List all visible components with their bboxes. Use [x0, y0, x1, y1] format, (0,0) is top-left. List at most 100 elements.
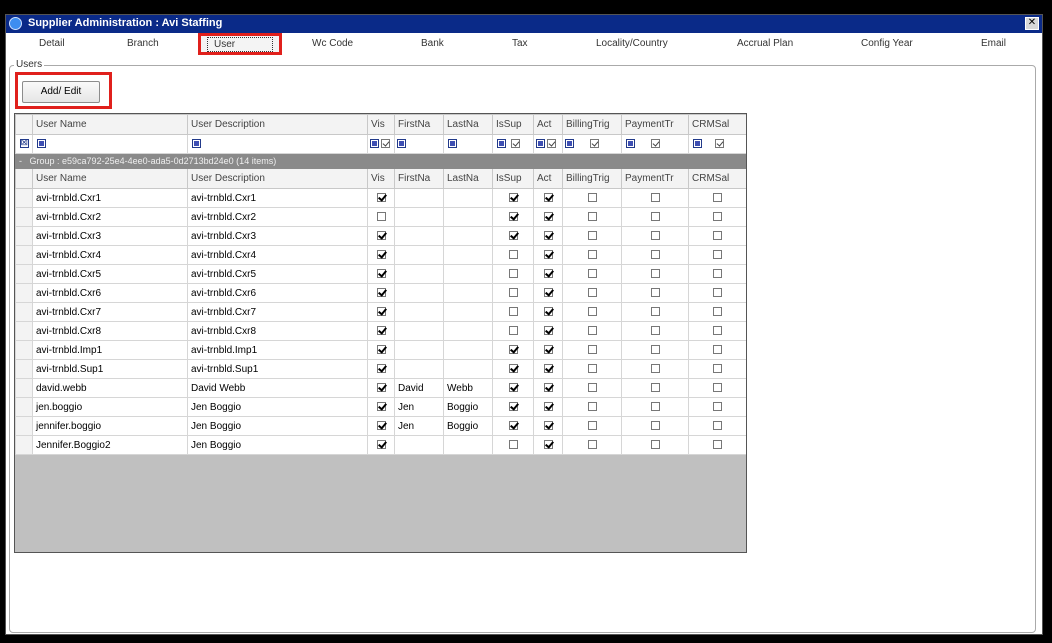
payment-tr-checkbox[interactable] [650, 440, 660, 450]
is-sup-checkbox-cell[interactable] [492, 416, 534, 436]
crm-sal-checkbox-cell[interactable] [688, 378, 746, 398]
crm-sal-checkbox-cell[interactable] [688, 397, 746, 417]
table-row[interactable]: avi-trnbld.Cxr3 avi-trnbld.Cxr3 [15, 226, 746, 246]
crm-sal-checkbox[interactable] [713, 307, 722, 317]
is-sup-checkbox[interactable] [508, 288, 518, 298]
vis-checkbox[interactable] [376, 250, 386, 260]
row-selector[interactable] [15, 207, 33, 227]
crm-sal-checkbox-cell[interactable] [688, 302, 746, 322]
filter-last-name[interactable] [443, 134, 493, 154]
billing-trig-checkbox[interactable] [587, 231, 597, 241]
col-last-name[interactable]: LastNa [443, 114, 493, 135]
act-checkbox-cell[interactable] [533, 435, 563, 455]
act-checkbox[interactable] [543, 402, 553, 412]
col-payment-tr[interactable]: PaymentTr [621, 168, 689, 189]
vis-checkbox-cell[interactable] [367, 188, 395, 208]
vis-checkbox[interactable] [376, 345, 386, 355]
crm-sal-checkbox[interactable] [713, 421, 722, 431]
col-user-name[interactable]: User Name [32, 168, 188, 189]
row-selector[interactable] [15, 302, 33, 322]
billing-trig-checkbox[interactable] [587, 440, 597, 450]
billing-trig-checkbox[interactable] [587, 383, 597, 393]
vis-checkbox-cell[interactable] [367, 226, 395, 246]
is-sup-checkbox-cell[interactable] [492, 321, 534, 341]
filter-payment-tr[interactable] [621, 134, 689, 154]
billing-trig-checkbox-cell[interactable] [562, 378, 622, 398]
act-checkbox-cell[interactable] [533, 226, 563, 246]
is-sup-checkbox[interactable] [508, 250, 518, 260]
user-name-cell[interactable]: david.webb [32, 378, 188, 398]
payment-tr-checkbox-cell[interactable] [621, 378, 689, 398]
billing-trig-checkbox[interactable] [587, 250, 597, 260]
billing-trig-checkbox-cell[interactable] [562, 283, 622, 303]
billing-trig-checkbox-cell[interactable] [562, 245, 622, 265]
crm-sal-checkbox-cell[interactable] [688, 321, 746, 341]
vis-checkbox-cell[interactable] [367, 321, 395, 341]
group-row[interactable]: - Group : e59ca792-25e4-4ee0-ada5-0d2713… [15, 153, 746, 169]
last-name-cell[interactable] [443, 226, 493, 246]
billing-trig-checkbox-cell[interactable] [562, 264, 622, 284]
col-act[interactable]: Act [533, 114, 563, 135]
vis-checkbox-cell[interactable] [367, 416, 395, 436]
crm-sal-checkbox[interactable] [713, 212, 722, 222]
first-name-cell[interactable] [394, 359, 444, 379]
act-checkbox[interactable] [543, 231, 553, 241]
act-checkbox-cell[interactable] [533, 416, 563, 436]
act-checkbox[interactable] [543, 326, 553, 336]
is-sup-checkbox[interactable] [508, 269, 518, 279]
group-toggle-icon[interactable]: - [19, 156, 22, 166]
is-sup-checkbox-cell[interactable] [492, 226, 534, 246]
last-name-cell[interactable] [443, 359, 493, 379]
act-checkbox[interactable] [543, 250, 553, 260]
act-checkbox[interactable] [543, 288, 553, 298]
tab-config-year[interactable]: Config Year [861, 38, 913, 49]
filter-is-sup[interactable] [492, 134, 534, 154]
is-sup-checkbox-cell[interactable] [492, 435, 534, 455]
vis-checkbox-cell[interactable] [367, 435, 395, 455]
is-sup-checkbox-cell[interactable] [492, 188, 534, 208]
payment-tr-checkbox[interactable] [650, 383, 660, 393]
act-checkbox-cell[interactable] [533, 359, 563, 379]
is-sup-checkbox[interactable] [508, 364, 518, 374]
last-name-cell[interactable]: Boggio [443, 397, 493, 417]
table-row[interactable]: avi-trnbld.Imp1 avi-trnbld.Imp1 [15, 340, 746, 360]
tab-user[interactable]: User [198, 33, 282, 55]
user-description-cell[interactable]: avi-trnbld.Cxr8 [187, 321, 368, 341]
col-billing-trig[interactable]: BillingTrig [562, 168, 622, 189]
col-is-sup[interactable]: IsSup [492, 168, 534, 189]
tab-accrual-plan[interactable]: Accrual Plan [737, 38, 793, 49]
payment-tr-checkbox[interactable] [650, 307, 660, 317]
filter-crm-sal[interactable] [688, 134, 746, 154]
user-description-cell[interactable]: avi-trnbld.Cxr5 [187, 264, 368, 284]
first-name-cell[interactable]: David [394, 378, 444, 398]
first-name-cell[interactable] [394, 321, 444, 341]
payment-tr-checkbox-cell[interactable] [621, 435, 689, 455]
close-icon[interactable]: ✕ [1025, 17, 1039, 30]
is-sup-checkbox-cell[interactable] [492, 359, 534, 379]
tab-locality-country[interactable]: Locality/Country [596, 38, 668, 49]
is-sup-checkbox-cell[interactable] [492, 302, 534, 322]
col-vis[interactable]: Vis [367, 114, 395, 135]
vis-checkbox[interactable] [376, 364, 386, 374]
col-first-name[interactable]: FirstNa [394, 114, 444, 135]
last-name-cell[interactable]: Webb [443, 378, 493, 398]
col-billing-trig[interactable]: BillingTrig [562, 114, 622, 135]
act-checkbox[interactable] [543, 421, 553, 431]
row-selector[interactable] [15, 245, 33, 265]
is-sup-checkbox-cell[interactable] [492, 207, 534, 227]
billing-trig-checkbox[interactable] [587, 326, 597, 336]
first-name-cell[interactable] [394, 188, 444, 208]
payment-tr-checkbox[interactable] [650, 250, 660, 260]
crm-sal-checkbox[interactable] [713, 383, 722, 393]
billing-trig-checkbox-cell[interactable] [562, 397, 622, 417]
vis-checkbox-cell[interactable] [367, 397, 395, 417]
billing-trig-checkbox[interactable] [587, 193, 597, 203]
last-name-cell[interactable] [443, 321, 493, 341]
payment-tr-checkbox[interactable] [650, 193, 660, 203]
vis-checkbox-cell[interactable] [367, 302, 395, 322]
table-row[interactable]: avi-trnbld.Cxr4 avi-trnbld.Cxr4 [15, 245, 746, 265]
is-sup-checkbox-cell[interactable] [492, 264, 534, 284]
payment-tr-checkbox-cell[interactable] [621, 302, 689, 322]
row-selector[interactable] [15, 226, 33, 246]
crm-sal-checkbox-cell[interactable] [688, 283, 746, 303]
